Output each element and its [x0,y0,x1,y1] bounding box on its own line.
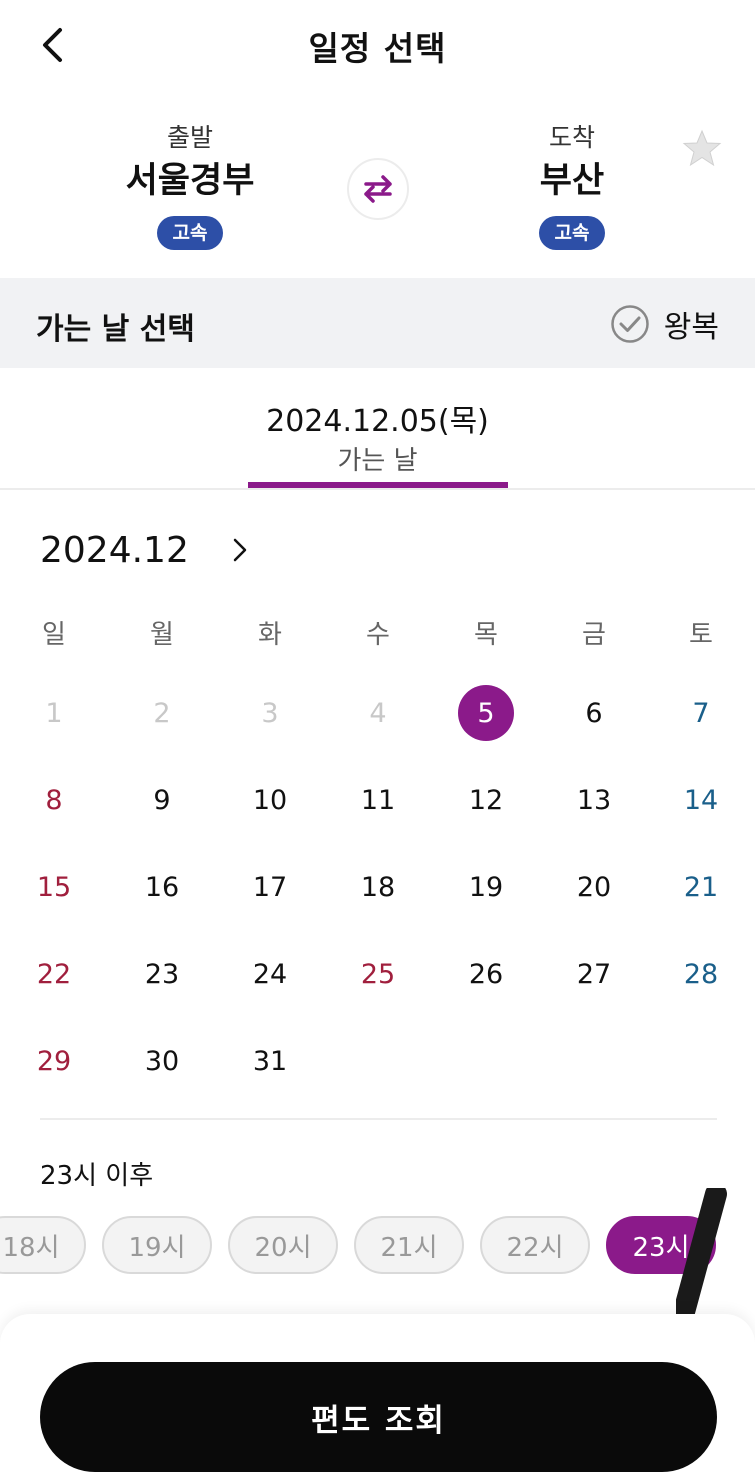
calendar-day: 4 [369,697,387,729]
day-select-title: 가는 날 선택 [36,312,195,347]
header: 일정 선택 [0,0,755,92]
weekday-label: 화 [258,620,282,650]
calendar-day[interactable]: 14 [647,757,755,843]
calendar-day[interactable]: 25 [324,931,432,1017]
calendar-day[interactable]: 6 [540,670,648,756]
weekday-label: 일 [42,620,66,650]
calendar-day[interactable]: 20 [540,844,648,930]
calendar-day: 1 [45,697,63,729]
calendar-day[interactable]: 29 [0,1018,108,1104]
calendar-day[interactable]: 28 [647,931,755,1017]
calendar-day[interactable]: 13 [540,757,648,843]
bottom-sheet: 편도 조회 [0,1314,755,1483]
arrival-station[interactable]: 도착 부산 고속 [462,120,682,250]
weekday-label: 목 [474,620,498,650]
selected-date-label: 가는 날 [337,446,418,476]
calendar-day[interactable]: 31 [216,1018,324,1104]
tab-underline [248,482,508,488]
route-section: 출발 서울경부 고속 도착 부산 고속 [0,120,755,270]
weekday-label: 금 [582,620,606,650]
search-oneway-button[interactable]: 편도 조회 [40,1362,717,1472]
calendar-day[interactable]: 27 [540,931,648,1017]
calendar-day[interactable]: 21 [647,844,755,930]
time-chip[interactable]: 18시 [0,1216,86,1274]
time-label: 23시 이후 [40,1161,154,1191]
weekday-header: 일월화수목금토 [0,610,755,660]
calendar-day[interactable]: 8 [0,757,108,843]
departure-badge: 고속 [156,216,224,250]
weekday-label: 토 [689,620,713,650]
arrival-name: 부산 [539,161,605,201]
calendar-day[interactable]: 7 [647,670,755,756]
calendar-day[interactable]: 24 [216,931,324,1017]
departure-label: 출발 [166,123,213,152]
departure-name: 서울경부 [125,161,255,201]
time-chip-list: 18시 19시 20시 21시 22시 23시 [0,1216,755,1276]
roundtrip-toggle[interactable]: 왕복 [610,302,719,346]
calendar-day[interactable]: 12 [432,757,540,843]
divider [40,1118,717,1120]
calendar-day[interactable]: 11 [324,757,432,843]
calendar-day[interactable]: 9 [108,757,216,843]
calendar-day[interactable]: 5 [432,670,540,756]
swap-button[interactable] [347,158,409,220]
calendar-day: 3 [261,697,279,729]
time-chip[interactable]: 19시 [102,1216,212,1274]
calendar-day[interactable]: 30 [108,1018,216,1104]
month-label: 2024.12 [40,529,189,571]
calendar-day: 2 [153,697,171,729]
calendar-day[interactable]: 17 [216,844,324,930]
selected-day-circle: 5 [458,685,514,741]
arrival-badge: 고속 [538,216,606,250]
calendar-day[interactable]: 16 [108,844,216,930]
calendar-day[interactable]: 23 [108,931,216,1017]
calendar-day[interactable]: 10 [216,757,324,843]
time-chip[interactable]: 21시 [354,1216,464,1274]
star-icon[interactable] [682,128,722,168]
calendar-day[interactable]: 22 [0,931,108,1017]
page-title: 일정 선택 [308,29,447,68]
day-select-bar: 가는 날 선택 왕복 [0,278,755,368]
time-chip[interactable]: 20시 [228,1216,338,1274]
calendar-day[interactable]: 26 [432,931,540,1017]
check-circle-icon [611,305,649,343]
calendar-grid: 1 2 3 4 5 6 7 8 9 10 11 12 13 14 15 16 17 18 19 20 21 22 23 24 2… [0,670,755,1110]
selected-date: 2024.12.05(목) [266,404,489,439]
chevron-right-icon[interactable] [225,535,255,565]
month-header: 2024.12 [40,525,255,575]
tab-departure-date[interactable]: 2024.12.05(목) 가는 날 [0,368,755,490]
calendar-day[interactable]: 19 [432,844,540,930]
calendar-day[interactable]: 18 [324,844,432,930]
weekday-label: 월 [150,620,174,650]
roundtrip-label: 왕복 [663,310,719,345]
arrival-label: 도착 [548,123,595,152]
swap-arrows-icon [364,175,392,203]
calendar-day[interactable]: 15 [0,844,108,930]
departure-station[interactable]: 출발 서울경부 고속 [80,120,300,250]
pen-stroke-mark [676,1188,727,1320]
time-chip[interactable]: 22시 [480,1216,590,1274]
weekday-label: 수 [366,620,390,650]
